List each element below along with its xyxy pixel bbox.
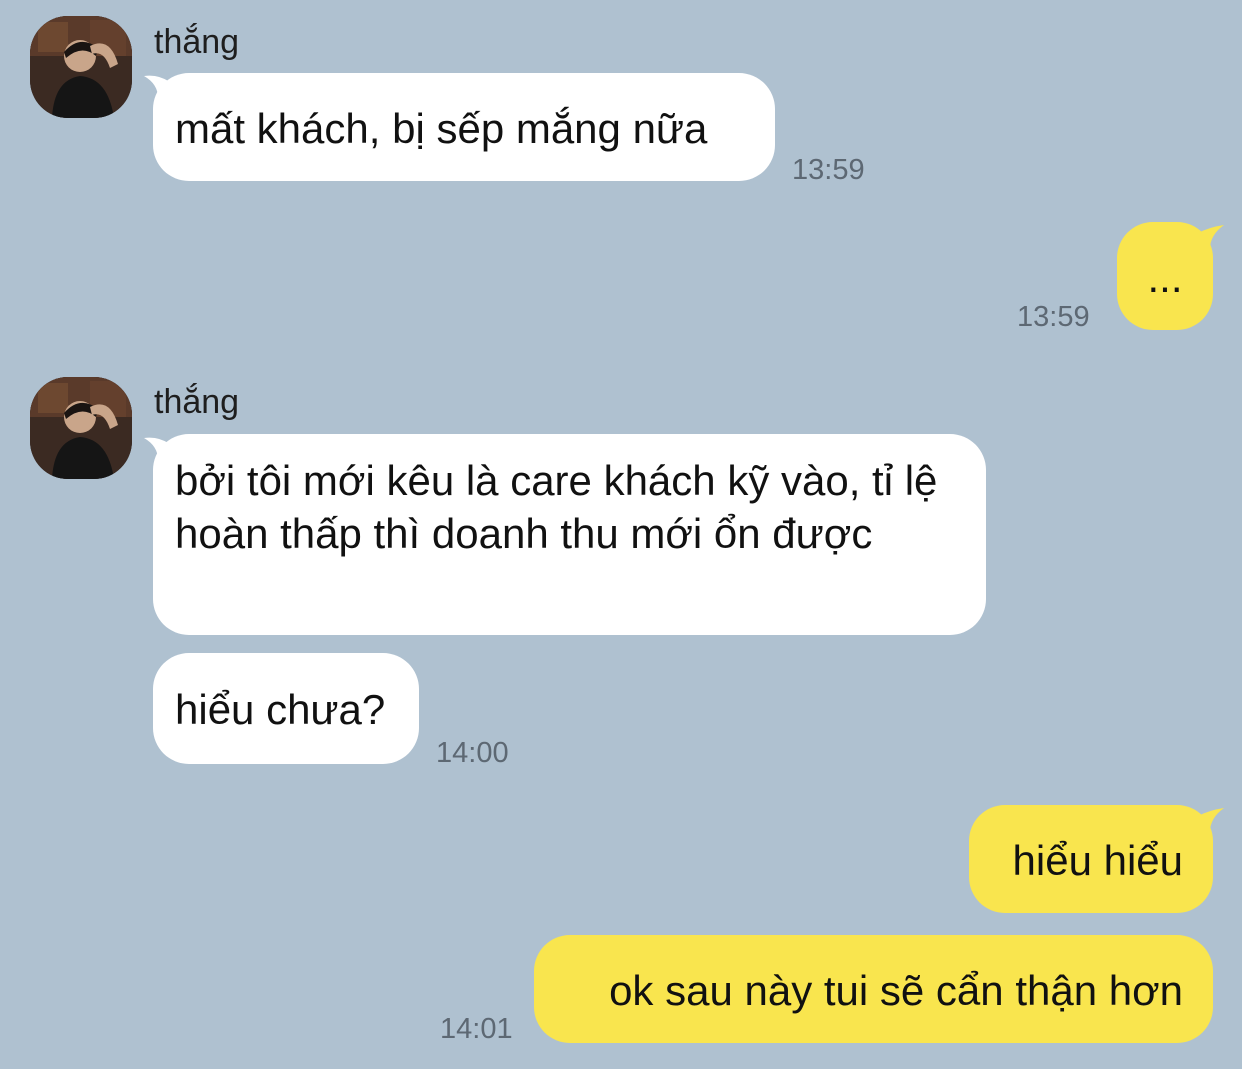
contact-avatar[interactable] [30, 377, 132, 479]
message-timestamp: 13:59 [792, 154, 865, 186]
message-timestamp: 14:01 [440, 1013, 513, 1045]
message-text: hiểu hiểu [1012, 837, 1183, 884]
message-text: hiểu chưa? [175, 686, 386, 733]
message-text: ... [1147, 254, 1183, 301]
message-bubble-outgoing[interactable]: ok sau này tui sẽ cẩn thận hơn [534, 935, 1213, 1043]
message-timestamp: 14:00 [436, 737, 509, 769]
message-bubble-outgoing[interactable]: hiểu hiểu [969, 805, 1213, 913]
message-bubble-incoming[interactable]: mất khách, bị sếp mắng nữa [153, 73, 775, 181]
message-text: ok sau này tui sẽ cẩn thận hơn [609, 967, 1183, 1014]
message-text: bởi tôi mới kêu là care khách kỹ vào, tỉ… [175, 457, 938, 557]
message-timestamp: 13:59 [1017, 301, 1090, 333]
message-text: mất khách, bị sếp mắng nữa [175, 105, 708, 152]
message-bubble-outgoing[interactable]: ... [1117, 222, 1213, 330]
contact-avatar[interactable] [30, 16, 132, 118]
sender-name: thắng [154, 383, 240, 421]
chat-message-list[interactable]: thắng mất khách, bị sếp mắng nữa 13:59 .… [0, 0, 1242, 1069]
sender-name: thắng [154, 23, 240, 61]
message-bubble-incoming[interactable]: bởi tôi mới kêu là care khách kỹ vào, tỉ… [153, 434, 986, 635]
message-bubble-incoming[interactable]: hiểu chưa? [153, 653, 419, 764]
